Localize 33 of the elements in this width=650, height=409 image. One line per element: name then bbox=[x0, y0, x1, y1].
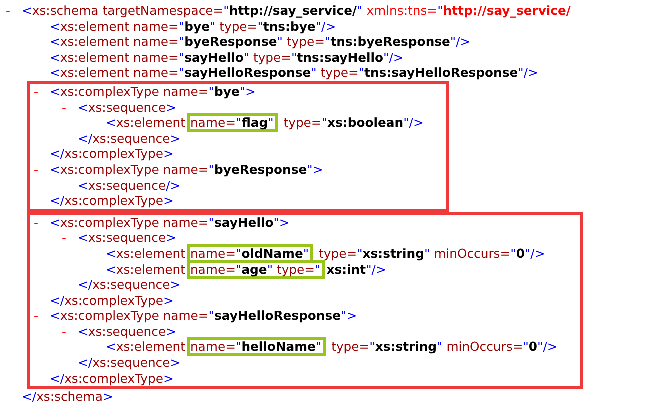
xml-line: <xs:sequence> bbox=[78, 230, 176, 246]
xml-line: <xs:schema targetNamespace="http://say_service/" xmlns:tns="http://say_service/ bbox=[22, 3, 571, 19]
xml-line: <xs:element name="oldName" type="xs:string" minOccurs="0"/> bbox=[106, 246, 546, 262]
xml-line: <xs:element name="age" type=" xs:int"/> bbox=[106, 262, 386, 278]
collapse-toggle[interactable]: - bbox=[34, 308, 38, 324]
xml-line: </xs:schema> bbox=[22, 389, 114, 405]
collapse-toggle[interactable]: - bbox=[62, 100, 66, 115]
xml-line: </xs:sequence> bbox=[78, 130, 181, 146]
xml-line: <xs:complexType name="sayHello"> bbox=[50, 214, 290, 230]
collapse-toggle[interactable]: - bbox=[34, 84, 38, 99]
xml-line: <xs:sequence> bbox=[78, 324, 176, 340]
xml-line: </xs:complexType> bbox=[50, 146, 174, 162]
xml-line: <xs:element name="sayHello" type="tns:sayHello"/> bbox=[50, 50, 404, 66]
xml-line: <xs:element name="byeResponse" type="tns:byeResponse"/> bbox=[50, 34, 471, 50]
collapse-toggle[interactable]: - bbox=[34, 214, 38, 230]
xml-line: </xs:sequence> bbox=[78, 355, 181, 371]
xml-line: <xs:sequence> bbox=[78, 100, 176, 116]
collapse-toggle[interactable]: - bbox=[62, 230, 66, 246]
xml-line: <xs:element name="sayHelloResponse" type="tns:sayHelloResponse"/> bbox=[50, 65, 538, 81]
xml-line: <xs:sequence/> bbox=[78, 178, 181, 194]
collapse-toggle[interactable]: - bbox=[34, 162, 38, 177]
xml-line: <xs:element name="bye" type="tns:bye"/> bbox=[50, 18, 336, 34]
xml-line: <xs:element name="flag" type="xs:boolean"/> bbox=[106, 115, 424, 131]
xml-line: <xs:element name="helloName" type="xs:string" minOccurs="0"/> bbox=[106, 339, 558, 356]
xml-line: <xs:complexType name="byeResponse"> bbox=[50, 162, 324, 178]
collapse-toggle[interactable]: - bbox=[6, 3, 10, 18]
xml-line: </xs:complexType> bbox=[50, 292, 174, 308]
xml-line: <xs:complexType name="sayHelloResponse"> bbox=[50, 308, 358, 324]
xml-line: <xs:complexType name="bye"> bbox=[50, 84, 256, 100]
xml-line: </xs:complexType> bbox=[50, 193, 174, 209]
xml-line: </xs:complexType> bbox=[50, 370, 174, 386]
xml-line: </xs:sequence> bbox=[78, 277, 181, 293]
collapse-toggle[interactable]: - bbox=[62, 324, 66, 339]
